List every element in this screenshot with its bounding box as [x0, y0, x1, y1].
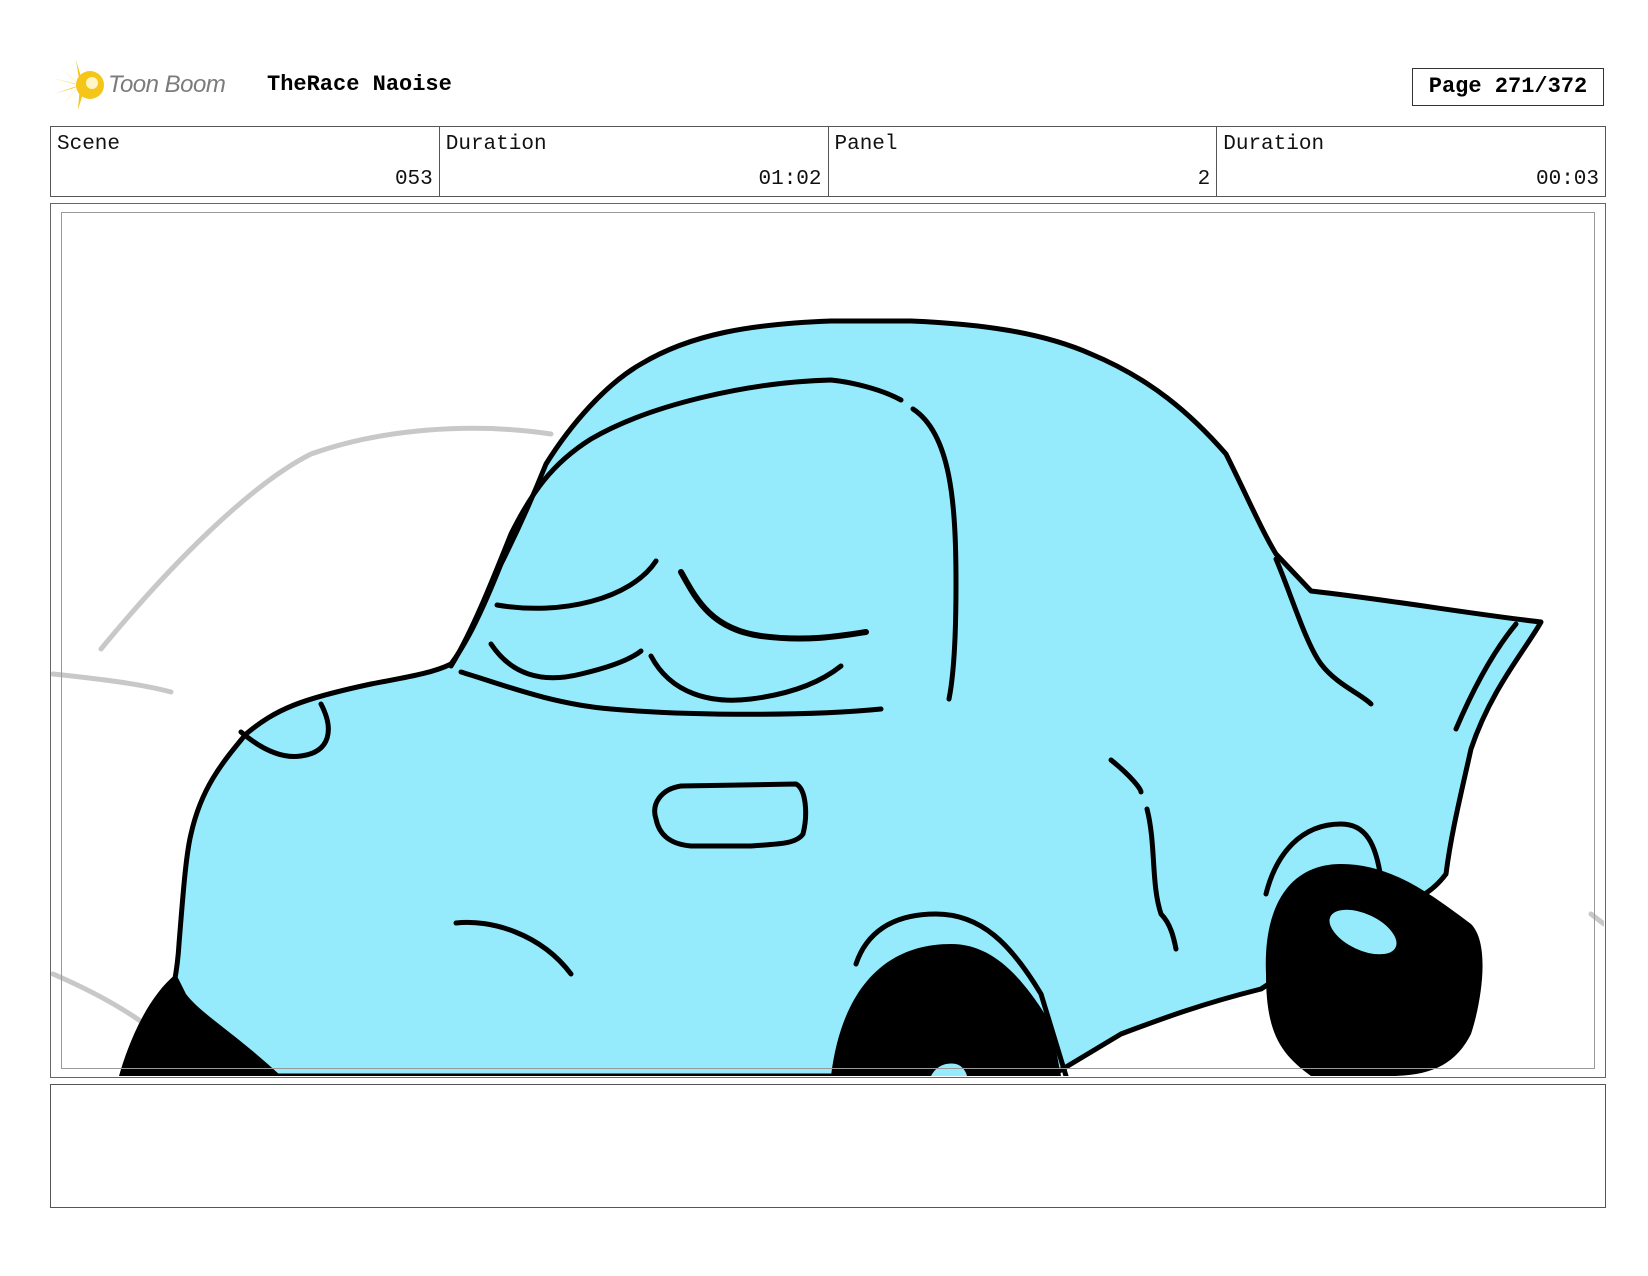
scene-duration-label: Duration: [445, 133, 547, 156]
scene-duration-value: 01:02: [758, 168, 822, 191]
scene-value: 053: [394, 168, 433, 191]
panel-value: 2: [1197, 168, 1211, 191]
panel-duration-value: 00:03: [1535, 168, 1599, 191]
panel-label: Panel: [834, 133, 898, 156]
panel-notes: [50, 1084, 1606, 1208]
scene-label: Scene: [57, 133, 121, 156]
project-title: TheRace Naoise: [267, 72, 452, 97]
storyboard-panel: [50, 203, 1606, 1078]
page-number: Page 271/372: [1412, 68, 1604, 106]
logo-text: Toon Boom: [108, 71, 226, 98]
scene-duration-cell: Duration 01:02: [440, 127, 829, 196]
toon-boom-logo: Toon Boom: [52, 58, 226, 112]
panel-cell: Panel 2: [829, 127, 1218, 196]
panel-duration-cell: Duration 00:03: [1217, 127, 1605, 196]
panel-safe-frame: [61, 212, 1595, 1069]
panel-duration-label: Duration: [1223, 133, 1325, 156]
scene-info-table: Scene 053 Duration 01:02 Panel 2 Duratio…: [50, 126, 1606, 197]
toon-boom-star-icon: [52, 60, 104, 110]
scene-cell: Scene 053: [51, 127, 440, 196]
